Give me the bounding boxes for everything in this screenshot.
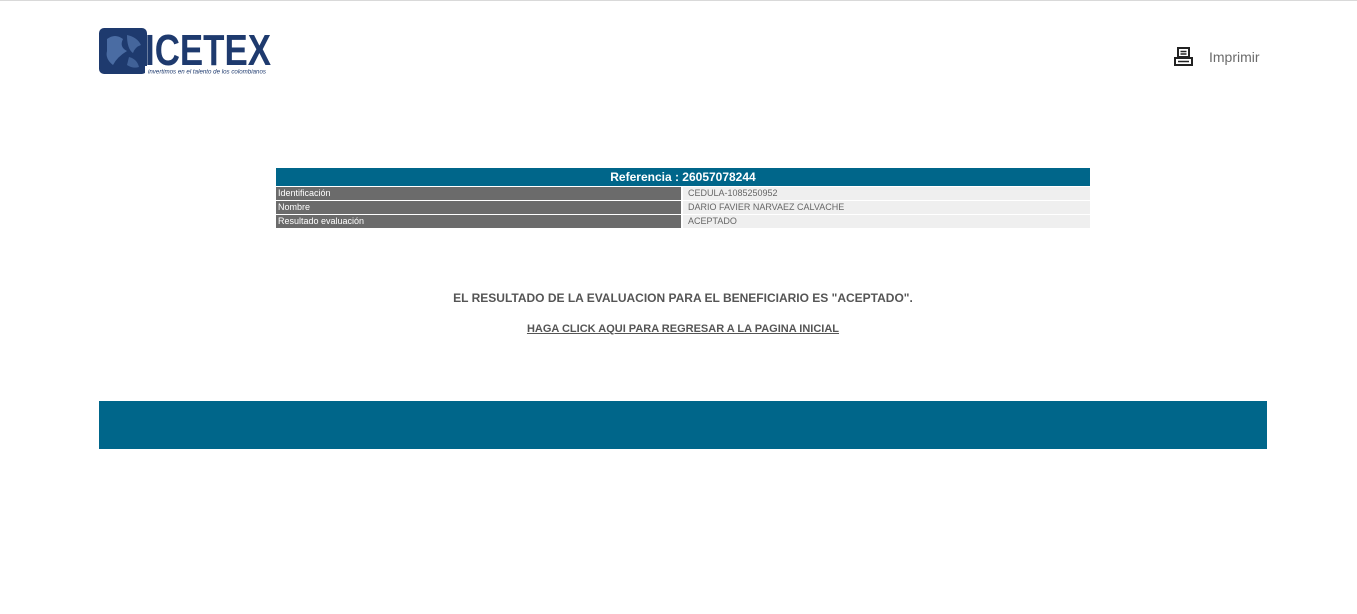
printer-icon (1174, 47, 1193, 66)
print-label: Imprimir (1209, 49, 1260, 65)
table-row: Nombre DARIO FAVIER NARVAEZ CALVACHE (276, 201, 1090, 214)
name-label: Nombre (276, 201, 681, 214)
result-message: EL RESULTADO DE LA EVALUACION PARA EL BE… (453, 291, 913, 305)
reference-table: Referencia : 26057078244 Identificación … (276, 168, 1090, 228)
table-row: Identificación CEDULA-1085250952 (276, 187, 1090, 200)
identification-label: Identificación (276, 187, 681, 200)
table-row: Resultado evaluación ACEPTADO (276, 215, 1090, 228)
return-home-link[interactable]: HAGA CLICK AQUI PARA REGRESAR A LA PAGIN… (0, 323, 1357, 335)
footer-band (99, 401, 1267, 449)
print-button[interactable]: Imprimir (1174, 41, 1260, 73)
top-divider (0, 0, 1357, 1)
name-value: DARIO FAVIER NARVAEZ CALVACHE (683, 201, 1090, 214)
reference-title: Referencia : 26057078244 (276, 168, 1090, 186)
evaluation-result-value: ACEPTADO (683, 215, 1090, 228)
identification-value: CEDULA-1085250952 (683, 187, 1090, 200)
logo-tagline: invertimos en el talento de los colombia… (148, 69, 267, 76)
icetex-logo[interactable]: ICETEX invertimos en el talento de los c… (99, 27, 271, 77)
evaluation-result-label: Resultado evaluación (276, 215, 681, 228)
